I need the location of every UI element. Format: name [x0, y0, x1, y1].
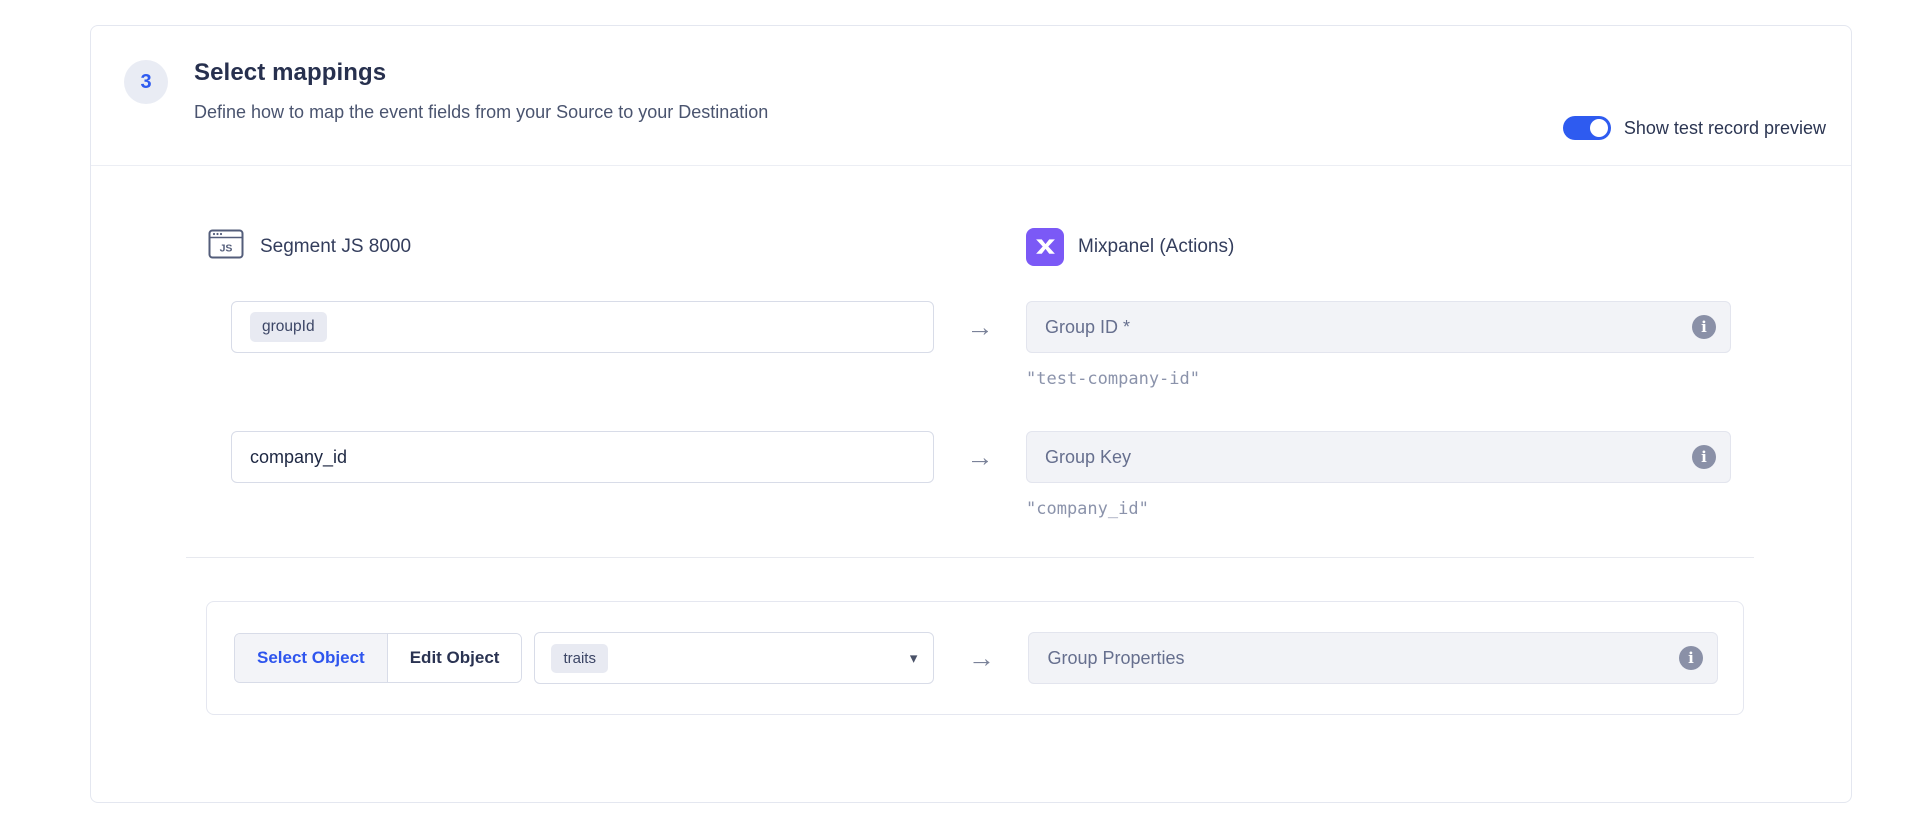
source-cell: groupId: [186, 301, 934, 353]
arrow-right-icon: →: [967, 444, 994, 471]
step-number-badge: 3: [124, 60, 168, 104]
destination-cell: Group Key i: [1026, 431, 1756, 483]
source-text-company-id: company_id: [250, 447, 347, 468]
card-header: 3 Select mappings Define how to map the …: [91, 26, 1851, 166]
destination-name: Mixpanel (Actions): [1078, 236, 1234, 258]
destination-field-group-properties: Group Properties i: [1028, 632, 1718, 684]
section-divider: [186, 557, 1754, 558]
info-icon[interactable]: i: [1692, 445, 1716, 469]
mapping-row-group-id: groupId → Group ID * i: [186, 301, 1754, 353]
chevron-down-icon: ▾: [910, 649, 918, 667]
source-token-groupid: groupId: [250, 312, 327, 342]
preview-row-group-key: "company_id": [1026, 499, 1754, 521]
source-field-input-company-id[interactable]: company_id: [231, 431, 934, 483]
destination-cell: Group ID * i: [1026, 301, 1756, 353]
source-field-input-groupid[interactable]: groupId: [231, 301, 934, 353]
test-record-preview-toggle-group: Show test record preview: [1563, 116, 1826, 140]
edit-object-button[interactable]: Edit Object: [388, 634, 522, 682]
card-body: JS Segment JS 8000 Mixpanel (Actions) gr…: [91, 224, 1851, 715]
destination-field-label: Group Properties: [1047, 648, 1679, 669]
source-connector: JS Segment JS 8000: [206, 224, 1026, 269]
destination-field-label: Group Key: [1045, 447, 1692, 468]
info-icon[interactable]: i: [1692, 315, 1716, 339]
object-token-traits: traits: [551, 644, 608, 673]
page-subtitle: Define how to map the event fields from …: [194, 100, 768, 124]
arrow-cell: →: [934, 314, 1026, 341]
header-text: Select mappings Define how to map the ev…: [194, 58, 768, 165]
destination-field-label: Group ID *: [1045, 317, 1692, 338]
test-preview-value: "test-company-id": [1026, 369, 1200, 389]
preview-row-group-id: "test-company-id": [1026, 369, 1754, 391]
arrow-cell: →: [934, 444, 1026, 471]
select-object-button[interactable]: Select Object: [235, 634, 388, 682]
test-preview-value: "company_id": [1026, 499, 1149, 519]
arrow-right-icon: →: [967, 314, 994, 341]
javascript-source-icon: JS: [206, 224, 246, 269]
show-test-record-preview-toggle[interactable]: [1563, 116, 1611, 140]
connector-headers: JS Segment JS 8000 Mixpanel (Actions): [186, 224, 1754, 264]
mixpanel-icon: [1026, 228, 1064, 266]
destination-connector: Mixpanel (Actions): [1026, 228, 1754, 266]
select-mappings-card: 3 Select mappings Define how to map the …: [90, 25, 1852, 803]
toggle-knob: [1590, 119, 1608, 137]
toggle-label: Show test record preview: [1624, 118, 1826, 139]
info-icon[interactable]: i: [1679, 646, 1703, 670]
destination-field-group-id: Group ID * i: [1026, 301, 1731, 353]
arrow-right-icon: →: [968, 645, 995, 672]
source-cell: company_id: [186, 431, 934, 483]
object-mapping-box: Select Object Edit Object traits ▾ → Gro…: [206, 601, 1744, 715]
page-title: Select mappings: [194, 58, 768, 88]
object-source-dropdown[interactable]: traits ▾: [534, 632, 934, 684]
destination-field-group-key: Group Key i: [1026, 431, 1731, 483]
mapping-row-group-key: company_id → Group Key i: [186, 431, 1754, 483]
source-name: Segment JS 8000: [260, 236, 411, 258]
arrow-cell: →: [934, 645, 1028, 672]
svg-text:JS: JS: [220, 243, 233, 255]
object-mode-segmented-control: Select Object Edit Object: [234, 633, 522, 683]
